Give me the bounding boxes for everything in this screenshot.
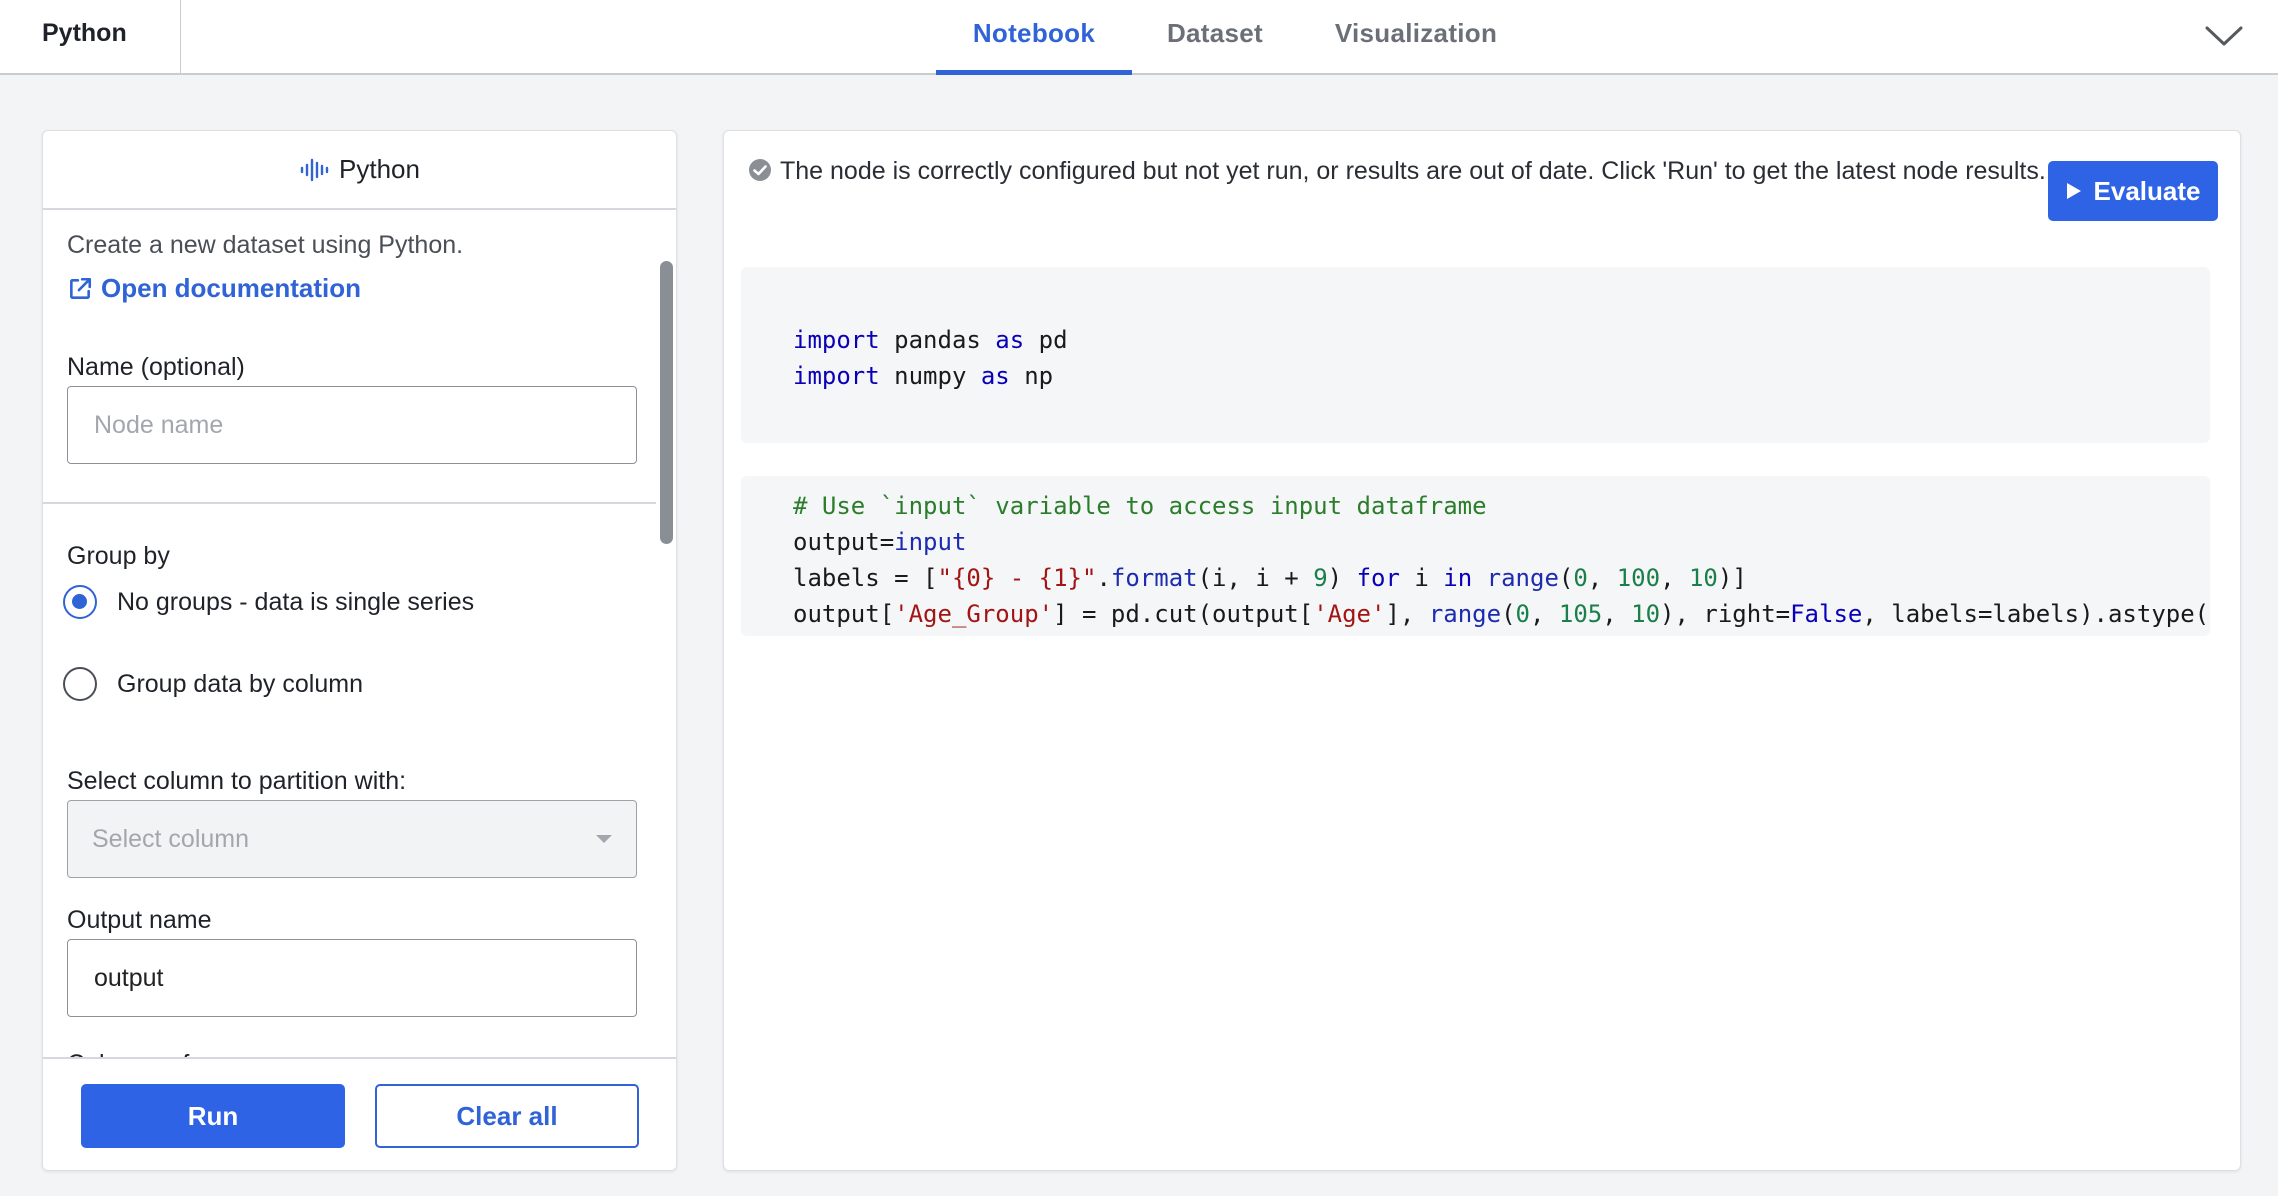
clear-all-button[interactable]: Clear all (375, 1084, 639, 1148)
code-line: output['Age_Group'] = pd.cut(output['Age… (793, 600, 2210, 628)
external-link-icon (70, 277, 92, 299)
partition-label: Select column to partition with: (67, 767, 407, 795)
code-line: # Use `input` variable to access input d… (793, 492, 1487, 520)
status-text: The node is correctly configured but not… (780, 157, 2046, 185)
config-panel: Python Create a new dataset using Python… (42, 130, 677, 1171)
node-name-input[interactable] (67, 386, 637, 464)
panel-header: Python (43, 131, 676, 210)
output-name-label: Output name (67, 906, 212, 934)
code-line: labels = ["{0} - {1}".format(i, i + 9) f… (793, 564, 1747, 592)
panel-title: Python (339, 154, 420, 184)
app-title: Python (0, 0, 181, 73)
check-circle-icon (749, 159, 771, 181)
panel-description: Create a new dataset using Python. (67, 231, 464, 259)
open-documentation-label: Open documentation (101, 273, 361, 303)
chevron-down-icon (2205, 26, 2243, 46)
scrollbar-thumb[interactable] (660, 261, 673, 544)
radio-button[interactable] (63, 667, 97, 701)
panel-footer: Run Clear all (43, 1057, 676, 1170)
output-name-input[interactable] (67, 939, 637, 1017)
radio-label: No groups - data is single series (117, 587, 475, 616)
tab-visualization[interactable]: Visualization (1316, 0, 1516, 73)
code-cell-content[interactable]: import pandas as pd import numpy as np (741, 267, 2210, 394)
group-by-label: Group by (67, 542, 170, 570)
audio-wave-icon (300, 158, 329, 181)
partition-column-select[interactable]: Select column (67, 800, 637, 878)
play-icon (2066, 183, 2081, 199)
select-placeholder: Select column (92, 824, 250, 853)
code-line: import pandas as pd (793, 326, 1068, 354)
caret-down-icon (596, 835, 612, 843)
radio-no-groups[interactable]: No groups - data is single series (63, 585, 474, 619)
code-line: output=input (793, 528, 967, 556)
evaluate-button[interactable]: Evaluate (2048, 161, 2218, 221)
tab-dataset[interactable]: Dataset (1152, 0, 1278, 73)
code-cell-content[interactable]: # Use `input` variable to access input d… (741, 476, 2210, 632)
section-divider (43, 502, 663, 504)
evaluate-label: Evaluate (2093, 175, 2201, 206)
top-bar: Python Notebook Dataset Visualization (0, 0, 2278, 75)
status-message: The node is correctly configured but not… (748, 153, 2048, 189)
code-cell[interactable]: # Use `input` variable to access input d… (741, 476, 2210, 636)
open-documentation-link[interactable]: Open documentation (67, 273, 361, 304)
collapse-button[interactable] (2200, 16, 2248, 56)
radio-group-by-column[interactable]: Group data by column (63, 667, 363, 701)
radio-button[interactable] (63, 585, 97, 619)
tab-notebook[interactable]: Notebook (936, 0, 1132, 75)
radio-label: Group data by column (117, 669, 363, 698)
notebook-panel: The node is correctly configured but not… (723, 130, 2241, 1171)
panel-body[interactable]: Create a new dataset using Python. Open … (43, 212, 676, 1170)
code-line: import numpy as np (793, 362, 1054, 390)
code-cell[interactable]: import pandas as pd import numpy as np (741, 267, 2210, 443)
name-label: Name (optional) (67, 353, 245, 381)
run-button[interactable]: Run (81, 1084, 345, 1148)
